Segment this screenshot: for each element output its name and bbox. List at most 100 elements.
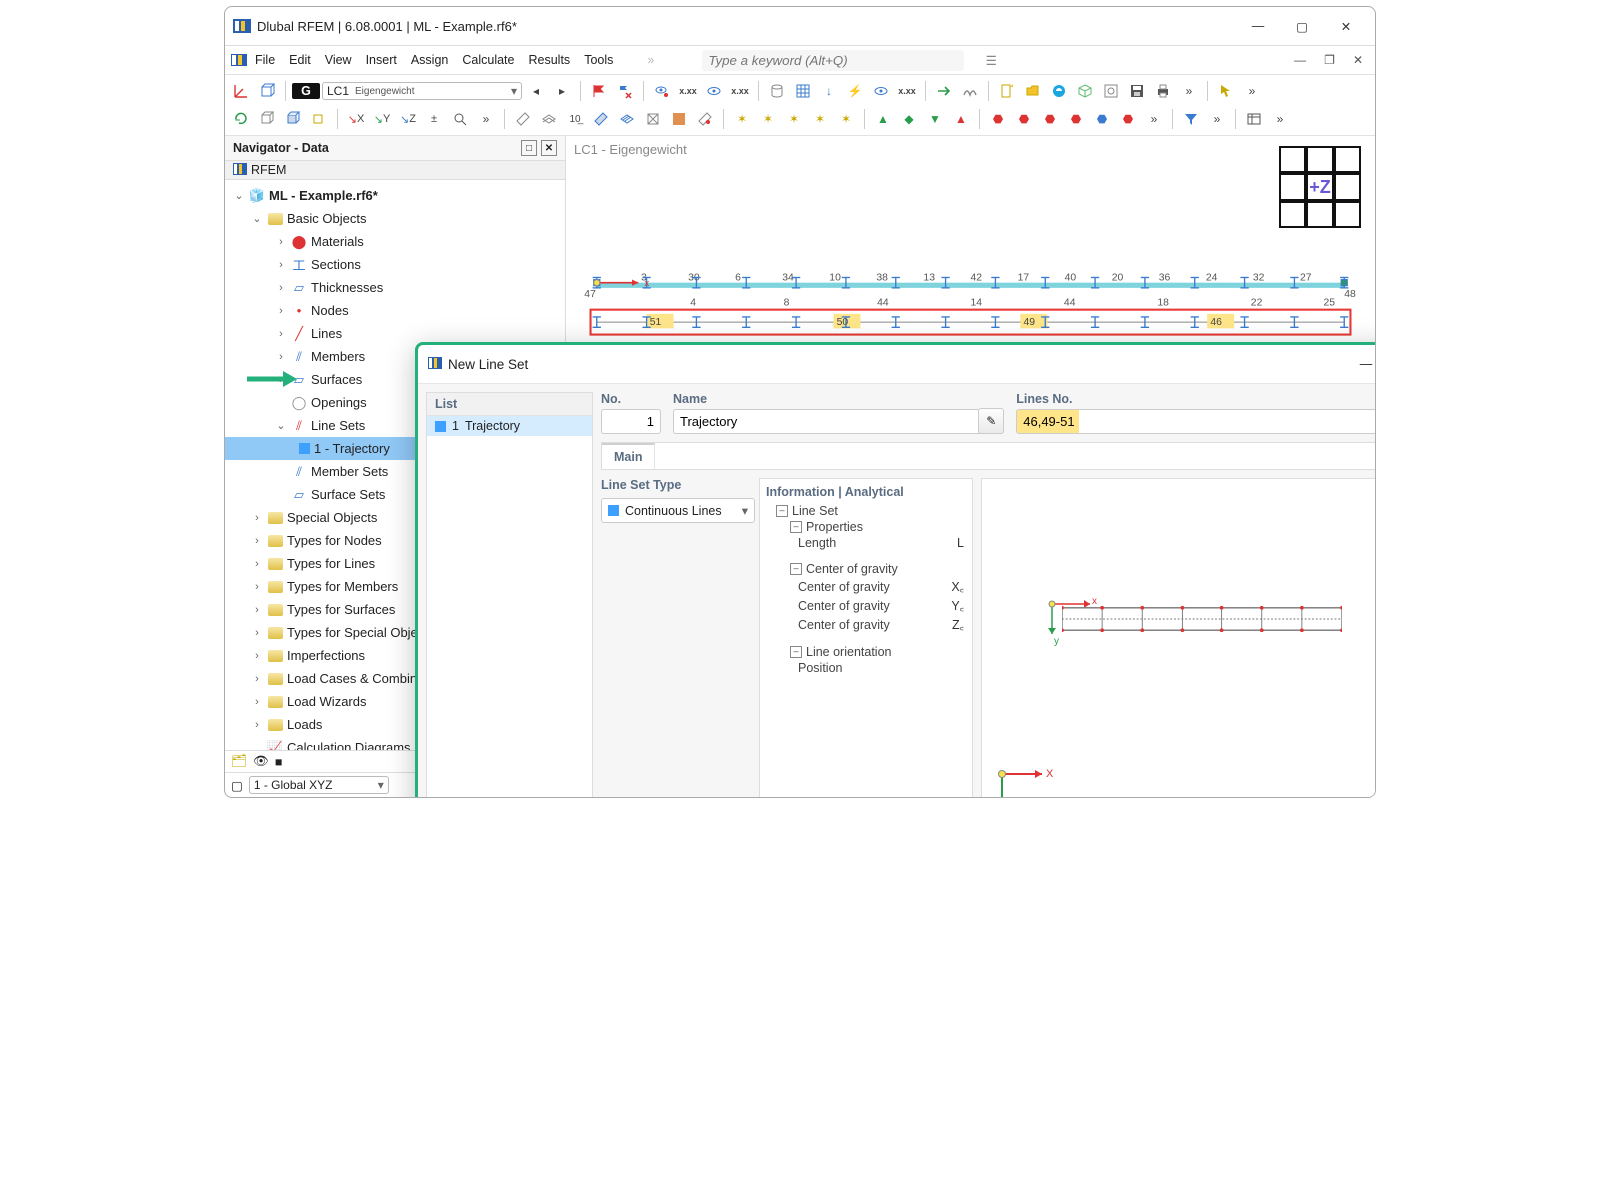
navigator-close-icon[interactable]: ✕	[541, 140, 557, 156]
menu-results[interactable]: Results	[523, 51, 577, 69]
name-edit-icon[interactable]: ✎	[978, 408, 1004, 434]
menu-tools[interactable]: Tools	[578, 51, 619, 69]
tb2-star2-icon[interactable]: ✶	[756, 107, 780, 131]
tb-lightning-icon[interactable]: ⚡	[843, 79, 867, 103]
tb2-table-icon[interactable]	[1242, 107, 1266, 131]
tb-cloud-icon[interactable]	[1047, 79, 1071, 103]
tb-print-icon[interactable]	[1151, 79, 1175, 103]
tab-main[interactable]: Main	[602, 443, 655, 469]
no-input[interactable]	[601, 409, 661, 434]
tb2-filter-icon[interactable]	[1179, 107, 1203, 131]
tb-xxx-icon[interactable]: x.xx	[728, 79, 752, 103]
lc-select[interactable]: LC1 Eigengewicht ▾	[322, 82, 522, 100]
tree-sections[interactable]: ›工Sections	[225, 253, 565, 276]
tb2-sup2-icon[interactable]: ◆	[897, 107, 921, 131]
tb-cyl-icon[interactable]	[765, 79, 789, 103]
tb-settings-icon[interactable]	[1099, 79, 1123, 103]
info-cog[interactable]: –Center of gravity	[766, 561, 966, 577]
tb-select1-icon[interactable]	[1214, 79, 1238, 103]
nav-tab-eye-icon[interactable]: 👁	[253, 754, 269, 769]
info-lineset[interactable]: –Line Set	[766, 503, 966, 519]
tb-more1-icon[interactable]: »	[1177, 79, 1201, 103]
tb-prev-icon[interactable]: ◂	[524, 79, 548, 103]
tb-flag-icon[interactable]	[587, 79, 611, 103]
linesettype-select[interactable]: Continuous Lines ▾	[601, 498, 755, 523]
workspace-restore-icon[interactable]: ❐	[1318, 51, 1341, 69]
tb2-cube2-icon[interactable]	[281, 107, 305, 131]
tb2-more4-icon[interactable]: »	[1205, 107, 1229, 131]
tb2-hatch-icon[interactable]	[667, 107, 691, 131]
tb-cube-icon[interactable]	[255, 79, 279, 103]
tree-thicknesses[interactable]: ›▱Thicknesses	[225, 276, 565, 299]
keyword-input[interactable]	[702, 50, 964, 71]
tb2-star4-icon[interactable]: ✶	[808, 107, 832, 131]
menu-file[interactable]: File	[249, 51, 281, 69]
tb2-star3-icon[interactable]: ✶	[782, 107, 806, 131]
tb-cube3-icon[interactable]	[1073, 79, 1097, 103]
tb-new-icon[interactable]	[995, 79, 1019, 103]
tb2-sup1-icon[interactable]: ▲	[871, 107, 895, 131]
tb-xxx2-icon[interactable]: x.xx	[895, 79, 919, 103]
tb2-more5-icon[interactable]: »	[1268, 107, 1292, 131]
tb2-star5-icon[interactable]: ✶	[834, 107, 858, 131]
tb-eye2-icon[interactable]	[869, 79, 893, 103]
coord-select[interactable]: 1 - Global XYZ▾	[249, 776, 389, 794]
tb-arrow-down-icon[interactable]: ↓	[817, 79, 841, 103]
tb-next-icon[interactable]: ▸	[550, 79, 574, 103]
preview-pane[interactable]: +Z x y	[981, 478, 1376, 798]
menu-calc[interactable]: Calculate	[456, 51, 520, 69]
tb2-cube3-icon[interactable]	[307, 107, 331, 131]
tb2-axis-x-icon[interactable]: ↘X	[344, 107, 368, 131]
info-orient[interactable]: –Line orientation	[766, 644, 966, 660]
tb2-red1-icon[interactable]: ⬣	[986, 107, 1010, 131]
tb2-red3-icon[interactable]: ⬣	[1038, 107, 1062, 131]
tb-xxx-pin-icon[interactable]: x.xx	[676, 79, 700, 103]
tb2-sup4-icon[interactable]: ▲	[949, 107, 973, 131]
view-cube[interactable]: +Z	[1279, 146, 1361, 228]
tb2-more3-icon[interactable]: »	[1142, 107, 1166, 131]
tb2-planes-icon[interactable]	[537, 107, 561, 131]
menu-more-icon[interactable]: »	[641, 51, 660, 69]
workspace-close-icon[interactable]: ✕	[1347, 51, 1369, 69]
tree-model[interactable]: ⌄🧊ML - Example.rf6*	[225, 184, 565, 207]
tb2-red5-icon[interactable]: ⬣	[1116, 107, 1140, 131]
navigator-pin-icon[interactable]: □	[521, 140, 537, 156]
tb-save-icon[interactable]	[1125, 79, 1149, 103]
name-input[interactable]	[673, 409, 1004, 434]
lines-no-input[interactable]	[1016, 409, 1376, 434]
tb2-axis-neg-icon[interactable]: ±	[422, 107, 446, 131]
tb-flag-del-icon[interactable]	[613, 79, 637, 103]
nav-tab-data-icon[interactable]: 🗂	[231, 754, 247, 769]
tb-open-icon[interactable]	[1021, 79, 1045, 103]
tb2-cube1-icon[interactable]	[255, 107, 279, 131]
tb-wave-icon[interactable]	[958, 79, 982, 103]
tb-grid-icon[interactable]	[791, 79, 815, 103]
close-button[interactable]: ✕	[1325, 13, 1367, 39]
menu-view[interactable]: View	[319, 51, 358, 69]
tb2-lattice-icon[interactable]	[641, 107, 665, 131]
info-properties[interactable]: –Properties	[766, 519, 966, 535]
dialog-minimize-button[interactable]: —	[1346, 352, 1376, 376]
tb2-10-icon[interactable]: 10̲	[563, 107, 587, 131]
tb2-plane-icon[interactable]	[511, 107, 535, 131]
tb-eye-pin-icon[interactable]	[650, 79, 674, 103]
workspace-minimize-icon[interactable]: —	[1288, 51, 1312, 69]
tb-eye-icon[interactable]	[702, 79, 726, 103]
tb2-plane3-icon[interactable]	[693, 107, 717, 131]
dialog-list-item-1[interactable]: 1 Trajectory	[427, 416, 592, 436]
tree-materials[interactable]: ›⬤Materials	[225, 230, 565, 253]
tb2-more-icon[interactable]: »	[474, 107, 498, 131]
menu-assign[interactable]: Assign	[405, 51, 455, 69]
search-icon-2[interactable]: ☰	[980, 51, 1003, 70]
tb2-axis-y-icon[interactable]: ↘Y	[370, 107, 394, 131]
tb2-plane2-icon[interactable]	[589, 107, 613, 131]
tb2-blue1-icon[interactable]: ⬣	[1090, 107, 1114, 131]
tree-nodes[interactable]: ›•Nodes	[225, 299, 565, 322]
tb2-grid3d-icon[interactable]	[615, 107, 639, 131]
tb2-axis-search-icon[interactable]	[448, 107, 472, 131]
tb-more2-icon[interactable]: »	[1240, 79, 1264, 103]
tb2-refresh-icon[interactable]	[229, 107, 253, 131]
tree-basic-objects[interactable]: ⌄Basic Objects	[225, 207, 565, 230]
tb2-red2-icon[interactable]: ⬣	[1012, 107, 1036, 131]
minimize-button[interactable]: —	[1237, 13, 1279, 39]
